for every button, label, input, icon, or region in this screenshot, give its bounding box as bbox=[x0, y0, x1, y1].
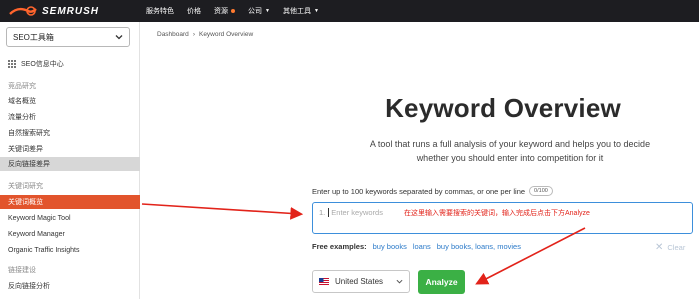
close-icon: ✕ bbox=[655, 242, 664, 253]
breadcrumb-dashboard-link[interactable]: Dashboard bbox=[157, 31, 189, 38]
us-flag-icon bbox=[319, 278, 329, 285]
analyze-button[interactable]: Analyze bbox=[418, 270, 465, 294]
semrush-logo-icon bbox=[9, 6, 37, 16]
annotation-text: 在这里输入需要搜索的关键词，输入完成后点击下方Analyze bbox=[404, 210, 590, 217]
sidebar-heading-competitive-research: 竞品研究 bbox=[8, 83, 36, 90]
sidebar-item-backlink-analytics[interactable]: 反向链接分析 bbox=[0, 279, 140, 293]
sidebar-heading-keyword-research: 关键词研究 bbox=[8, 183, 43, 190]
database-select[interactable]: United States bbox=[312, 270, 410, 293]
chevron-right-icon: › bbox=[192, 31, 195, 38]
sidebar: SEO工具箱 SEO信息中心 竞品研究 域名概览 流量分析 自然搜索研究 关键词… bbox=[0, 22, 140, 299]
brand-name: SEMRUSH bbox=[42, 5, 100, 17]
topnav-company[interactable]: 公司 ▼ bbox=[248, 6, 270, 16]
database-country: United States bbox=[335, 277, 384, 286]
sidebar-item-keyword-overview[interactable]: 关键词概览 bbox=[0, 195, 140, 209]
sidebar-item-seo-dashboard[interactable]: SEO信息中心 bbox=[0, 57, 140, 71]
sidebar-item-keyword-gap[interactable]: 关键词差异 bbox=[0, 142, 140, 156]
sidebar-item-keyword-magic-tool[interactable]: Keyword Magic Tool bbox=[0, 211, 140, 225]
page-title: Keyword Overview bbox=[385, 93, 621, 123]
top-nav: 服务特色 价格 资源 公司 ▼ 其他工具 ▼ bbox=[146, 6, 332, 16]
example-link-multi[interactable]: buy books, loans, movies bbox=[437, 242, 521, 251]
breadcrumb: Dashboard › Keyword Overview bbox=[157, 31, 253, 38]
grid-icon bbox=[8, 60, 16, 68]
topnav-features[interactable]: 服务特色 bbox=[146, 6, 174, 16]
topnav-other-tools[interactable]: 其他工具 ▼ bbox=[283, 6, 319, 16]
arrow-to-analyze bbox=[475, 227, 586, 285]
sidebar-item-backlink-gap[interactable]: 反向链接差异 bbox=[0, 157, 140, 171]
topnav-resources[interactable]: 资源 bbox=[214, 6, 235, 16]
chevron-down-icon bbox=[396, 279, 403, 284]
line-number: 1. bbox=[319, 208, 326, 217]
caret-down-icon: ▼ bbox=[313, 8, 319, 14]
sidebar-item-organic-research[interactable]: 自然搜索研究 bbox=[0, 126, 140, 140]
topnav-pricing[interactable]: 价格 bbox=[187, 6, 201, 16]
example-link-loans[interactable]: loans bbox=[413, 242, 431, 251]
free-examples: Free examples: buy books loans buy books… bbox=[312, 242, 527, 251]
keywords-label: Enter up to 100 keywords separated by co… bbox=[312, 186, 553, 196]
semrush-logo[interactable]: SEMRUSH bbox=[8, 5, 130, 17]
breadcrumb-current: Keyword Overview bbox=[198, 31, 254, 38]
page-description: A tool that runs a full analysis of your… bbox=[369, 139, 651, 163]
chevron-down-icon bbox=[115, 35, 123, 40]
notification-dot bbox=[231, 9, 235, 13]
keywords-placeholder: Enter keywords bbox=[331, 208, 383, 217]
example-link-buy-books[interactable]: buy books bbox=[373, 242, 407, 251]
sidebar-item-domain-overview[interactable]: 域名概览 bbox=[0, 94, 140, 108]
text-cursor bbox=[328, 208, 330, 217]
toolkit-select[interactable]: SEO工具箱 bbox=[6, 27, 130, 47]
keywords-input[interactable]: 1. Enter keywords bbox=[312, 202, 693, 234]
sidebar-item-keyword-manager[interactable]: Keyword Manager bbox=[0, 227, 140, 241]
sidebar-heading-link-building: 链接建设 bbox=[8, 267, 36, 274]
keyword-count-badge: 0/100 bbox=[529, 186, 553, 196]
clear-button[interactable]: ✕ Clear bbox=[655, 242, 685, 253]
arrow-to-input bbox=[141, 203, 304, 220]
free-examples-label: Free examples: bbox=[312, 242, 367, 251]
top-bar: SEMRUSH 服务特色 价格 资源 公司 ▼ 其他工具 ▼ bbox=[0, 0, 699, 22]
sidebar-item-organic-traffic-insights[interactable]: Organic Traffic Insights bbox=[0, 243, 140, 257]
sidebar-item-traffic-analytics[interactable]: 流量分析 bbox=[0, 110, 140, 124]
caret-down-icon: ▼ bbox=[265, 8, 270, 14]
